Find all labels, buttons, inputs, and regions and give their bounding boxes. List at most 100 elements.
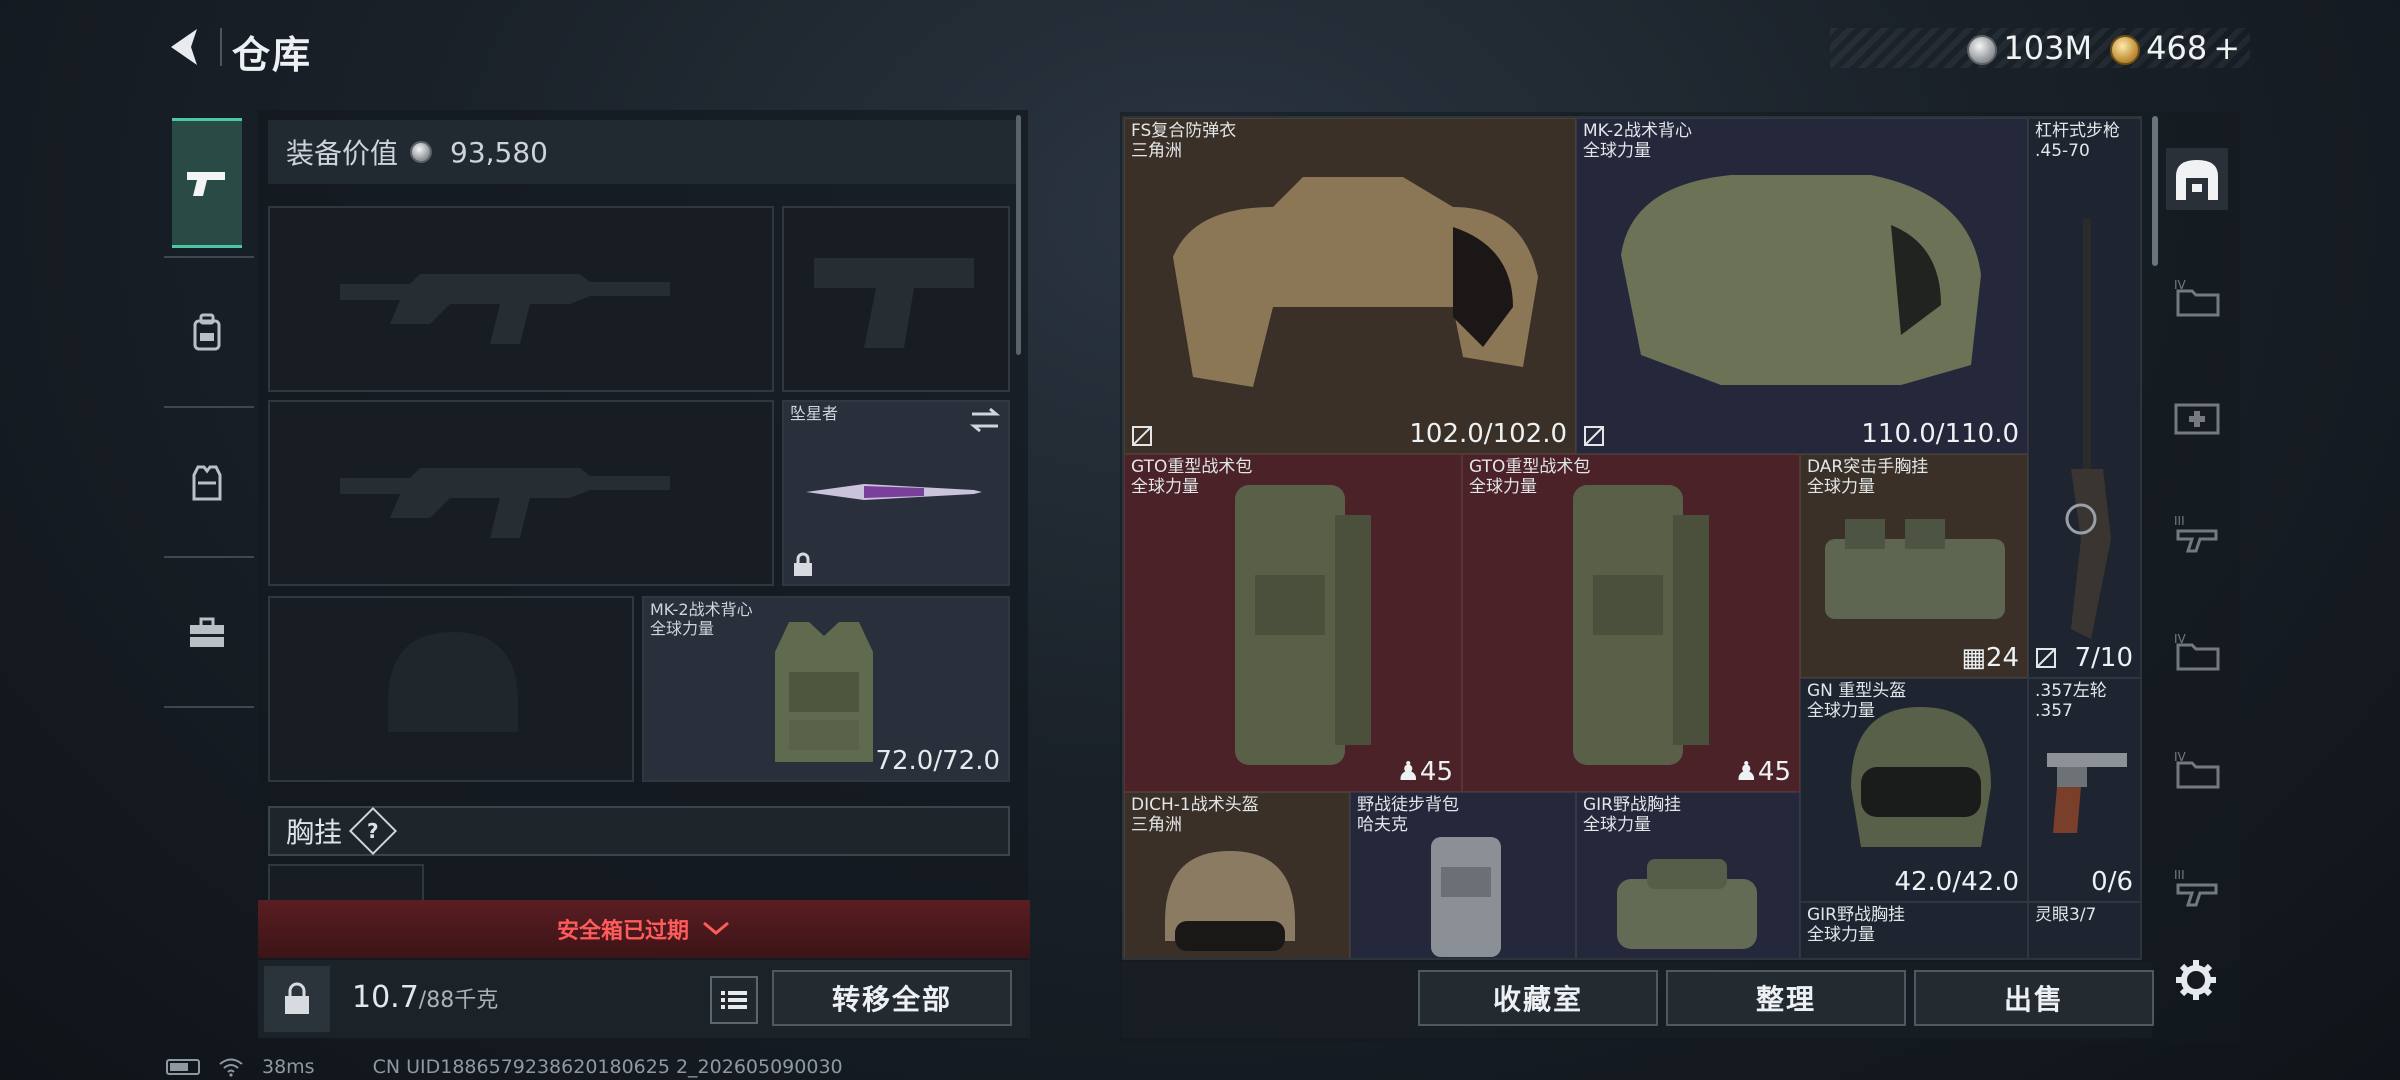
- tab-vest[interactable]: [172, 418, 242, 548]
- tool-stash[interactable]: [2166, 148, 2228, 210]
- vest-slot[interactable]: MK-2战术背心 全球力量 72.0/72.0: [642, 596, 1010, 782]
- chest-rig-slot[interactable]: [268, 864, 424, 904]
- melee-slot[interactable]: 坠星者: [782, 400, 1010, 586]
- pistol-silhouette-icon: [814, 258, 974, 348]
- helmet-silhouette-icon: [388, 632, 518, 732]
- inventory-item[interactable]: DICH-1战术头盔 三角洲: [1124, 792, 1350, 958]
- rifle-silhouette-icon: [340, 468, 670, 538]
- gear-icon: [2176, 960, 2216, 1000]
- sort-button[interactable]: 整理: [1666, 970, 1906, 1026]
- primary-weapon-slot[interactable]: [268, 206, 774, 392]
- battery-icon: [166, 1059, 200, 1075]
- silver-amount: 103M: [2003, 29, 2093, 67]
- lock-button[interactable]: [264, 966, 330, 1032]
- inventory-item[interactable]: GN 重型头盔 全球力量 42.0/42.0: [1800, 678, 2028, 902]
- briefcase-icon: [190, 617, 224, 647]
- status-bar: 38ms CN UID1886579238620180625 2_2026050…: [166, 1056, 843, 1078]
- chest-rig-item-icon: [1617, 859, 1757, 949]
- inventory-item[interactable]: FS复合防弹衣 三角洲 102.0/102.0: [1124, 118, 1576, 454]
- item-ammo: 0/6: [2091, 867, 2133, 897]
- swap-icon[interactable]: [968, 406, 1002, 434]
- item-name: DAR突击手胸挂 全球力量: [1807, 457, 1929, 497]
- transfer-all-button[interactable]: 转移全部: [772, 970, 1012, 1026]
- title-separator: [220, 28, 222, 66]
- tool-medical[interactable]: [2166, 384, 2228, 446]
- vest-icon: [192, 465, 222, 501]
- tab-divider: [164, 406, 254, 408]
- tab-case[interactable]: [172, 568, 242, 698]
- knife-icon: [806, 484, 982, 500]
- item-name: 杠杆式步枪 .45-70: [2035, 121, 2120, 161]
- sell-button[interactable]: 出售: [1914, 970, 2154, 1026]
- inventory-scrollbar[interactable]: [2152, 116, 2158, 266]
- list-icon: [721, 991, 747, 1009]
- secondary-weapon-slot[interactable]: [268, 400, 774, 586]
- tool-tier3-1[interactable]: III: [2166, 502, 2228, 564]
- help-icon[interactable]: ?: [348, 806, 398, 856]
- pistol-icon: [187, 172, 225, 196]
- folder-icon: IV: [2174, 278, 2220, 317]
- equipment-value: 装备价值 93,580: [268, 120, 1016, 184]
- wifi-icon: [219, 1058, 243, 1077]
- gold-currency[interactable]: 468 +: [2110, 29, 2240, 67]
- back-button[interactable]: [160, 22, 210, 72]
- vest-label: MK-2战术背心 全球力量: [650, 600, 753, 638]
- rifle-item-icon: [2065, 219, 2111, 639]
- item-capacity: ▦24: [1961, 643, 2019, 673]
- tool-tier4-2[interactable]: IV: [2166, 620, 2228, 682]
- collection-room-button[interactable]: 收藏室: [1418, 970, 1658, 1026]
- folder-icon: IV: [2174, 750, 2220, 789]
- settings-button[interactable]: [2166, 950, 2226, 1010]
- melee-name: 坠星者: [790, 404, 839, 423]
- warehouse-icon: [2176, 160, 2218, 200]
- chevron-down-icon: [703, 921, 729, 935]
- tab-backpack[interactable]: [172, 268, 242, 398]
- item-name: 灵眼3/7: [2035, 905, 2097, 925]
- weight-max: /88千克: [418, 988, 499, 1013]
- pistol-slot[interactable]: [782, 206, 1010, 392]
- inventory-item[interactable]: 杠杆式步枪 .45-70 7/10: [2028, 118, 2140, 678]
- inventory-item[interactable]: GIR野战胸挂 全球力量: [1576, 792, 1800, 958]
- list-view-button[interactable]: [710, 976, 758, 1024]
- tab-weapons[interactable]: [172, 118, 242, 248]
- inventory-item[interactable]: GTO重型战术包 全球力量 ♟45: [1462, 454, 1800, 792]
- rifle-silhouette-icon: [340, 274, 670, 344]
- item-name: .357左轮 .357: [2035, 681, 2107, 721]
- inventory-item[interactable]: 灵眼3/7: [2028, 902, 2140, 958]
- tool-tier3-2[interactable]: III: [2166, 856, 2228, 918]
- silver-coin-icon: [1967, 35, 1998, 65]
- tool-tier4-3[interactable]: IV: [2166, 738, 2228, 800]
- vest-item-icon: [1621, 175, 1981, 385]
- gold-amount: 468: [2146, 29, 2208, 67]
- silver-currency[interactable]: 103M: [1967, 29, 2092, 67]
- item-durability: 102.0/102.0: [1409, 419, 1567, 449]
- chest-rig-item-icon: [1825, 519, 2005, 619]
- item-name: DICH-1战术头盔 三角洲: [1131, 795, 1259, 835]
- item-durability: 42.0/42.0: [1894, 867, 2019, 897]
- category-tabs: [164, 108, 254, 716]
- helmet-slot[interactable]: [268, 596, 634, 782]
- page-title: 仓库: [232, 33, 313, 77]
- inventory-item[interactable]: DAR突击手胸挂 全球力量 ▦24: [1800, 454, 2028, 678]
- no-insurance-icon: [2036, 648, 2056, 668]
- inventory-item[interactable]: .357左轮 .357 0/6: [2028, 678, 2140, 902]
- revolver-item-icon: [2047, 753, 2127, 833]
- item-name: GIR野战胸挂 全球力量: [1583, 795, 1681, 835]
- currency-bar: 103M 468 +: [1830, 28, 2250, 68]
- chest-rig-header: 胸挂 ?: [268, 806, 1010, 856]
- inventory-item[interactable]: GTO重型战术包 全球力量 ♟45: [1124, 454, 1462, 792]
- tool-tier4-1[interactable]: IV: [2166, 266, 2228, 328]
- backpack-item-icon: [1431, 837, 1501, 957]
- safe-box-expired-banner[interactable]: 安全箱已过期: [258, 900, 1030, 958]
- lock-icon: [285, 982, 309, 1014]
- inventory-item[interactable]: GIR野战胸挂 全球力量: [1800, 902, 2028, 958]
- inventory-grid: FS复合防弹衣 三角洲 102.0/102.0 MK-2战术背心 全球力量 110.…: [1122, 116, 2142, 960]
- svg-text:III: III: [2174, 868, 2185, 882]
- medkit-icon: [2174, 403, 2220, 435]
- helmet-item-icon: [1165, 851, 1295, 951]
- inventory-item[interactable]: 野战徒步背包 哈夫克: [1350, 792, 1576, 958]
- equipment-scrollbar[interactable]: [1016, 115, 1021, 355]
- add-currency-button[interactable]: +: [2213, 29, 2240, 67]
- item-capacity: ♟45: [1396, 757, 1453, 787]
- inventory-item[interactable]: MK-2战术背心 全球力量 110.0/110.0: [1576, 118, 2028, 454]
